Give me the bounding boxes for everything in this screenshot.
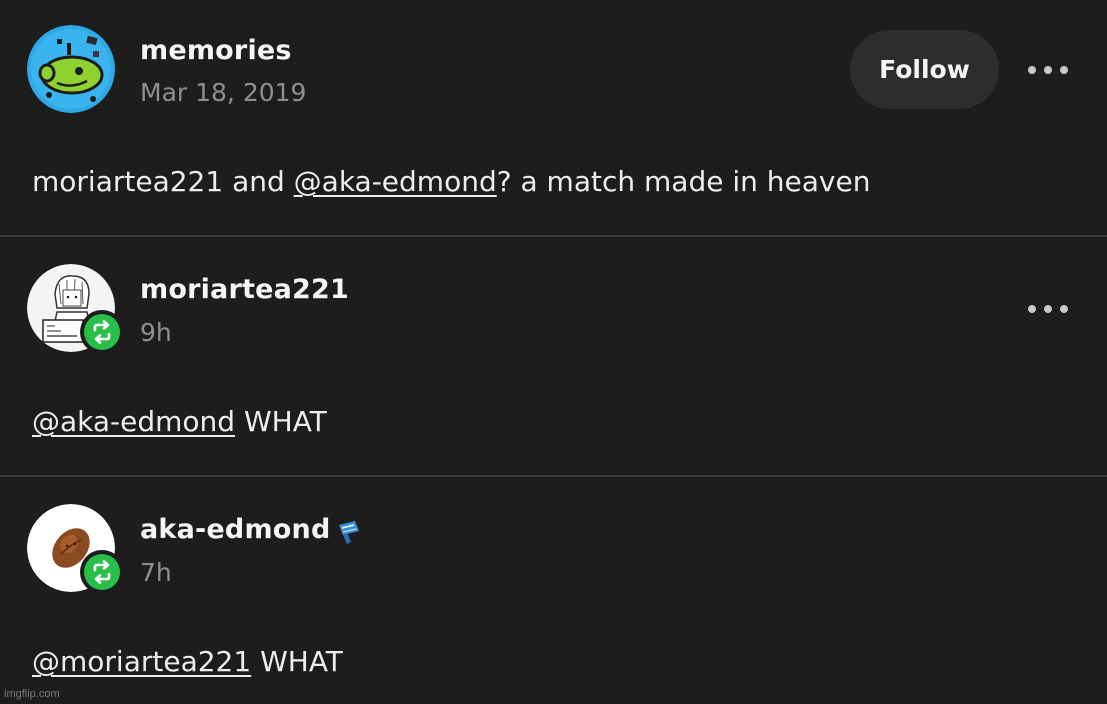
post-timestamp[interactable]: 7h [140, 558, 172, 587]
post-reblog: moriartea221 9h @aka-edmond WHAT [0, 237, 1107, 476]
post-body: moriartea221 and @aka-edmond? a match ma… [32, 165, 870, 198]
post-username[interactable]: moriartea221 [140, 274, 349, 305]
blue-badge-icon[interactable] [333, 517, 363, 547]
reblog-badge [80, 310, 124, 354]
follow-button[interactable]: Follow [850, 30, 999, 109]
reblog-icon [93, 320, 111, 344]
body-text-end: WHAT [251, 645, 343, 678]
post-timestamp[interactable]: 9h [140, 318, 172, 347]
post-body: @aka-edmond WHAT [32, 405, 327, 438]
body-text-start: moriartea221 and [32, 165, 294, 198]
post-username[interactable]: aka-edmond [140, 514, 330, 545]
mention-link[interactable]: @aka-edmond [32, 405, 235, 438]
mention-link[interactable]: @moriartea221 [32, 645, 251, 678]
body-text-end: WHAT [235, 405, 327, 438]
more-options-button[interactable] [1028, 60, 1068, 80]
mention-link[interactable]: @aka-edmond [294, 165, 497, 198]
post-reblog: aka-edmond 7h @moriartea221 WHAT [0, 477, 1107, 704]
post-original: memories Mar 18, 2019 Follow moriartea22… [0, 0, 1107, 236]
dot-icon [1060, 66, 1068, 74]
more-options-button[interactable] [1028, 299, 1068, 319]
watermark: imgflip.com [4, 688, 60, 700]
dot-icon [1028, 66, 1036, 74]
post-body: @moriartea221 WHAT [32, 645, 343, 678]
reblog-badge [80, 550, 124, 594]
post-timestamp[interactable]: Mar 18, 2019 [140, 78, 306, 107]
avatar[interactable] [27, 25, 115, 113]
post-username[interactable]: memories [140, 35, 292, 66]
dot-icon [1028, 305, 1036, 313]
dot-icon [1060, 305, 1068, 313]
dot-icon [1044, 305, 1052, 313]
dot-icon [1044, 66, 1052, 74]
frog-blob-avatar-icon [27, 25, 115, 113]
body-text-end: ? a match made in heaven [496, 165, 871, 198]
reblog-icon [93, 560, 111, 584]
